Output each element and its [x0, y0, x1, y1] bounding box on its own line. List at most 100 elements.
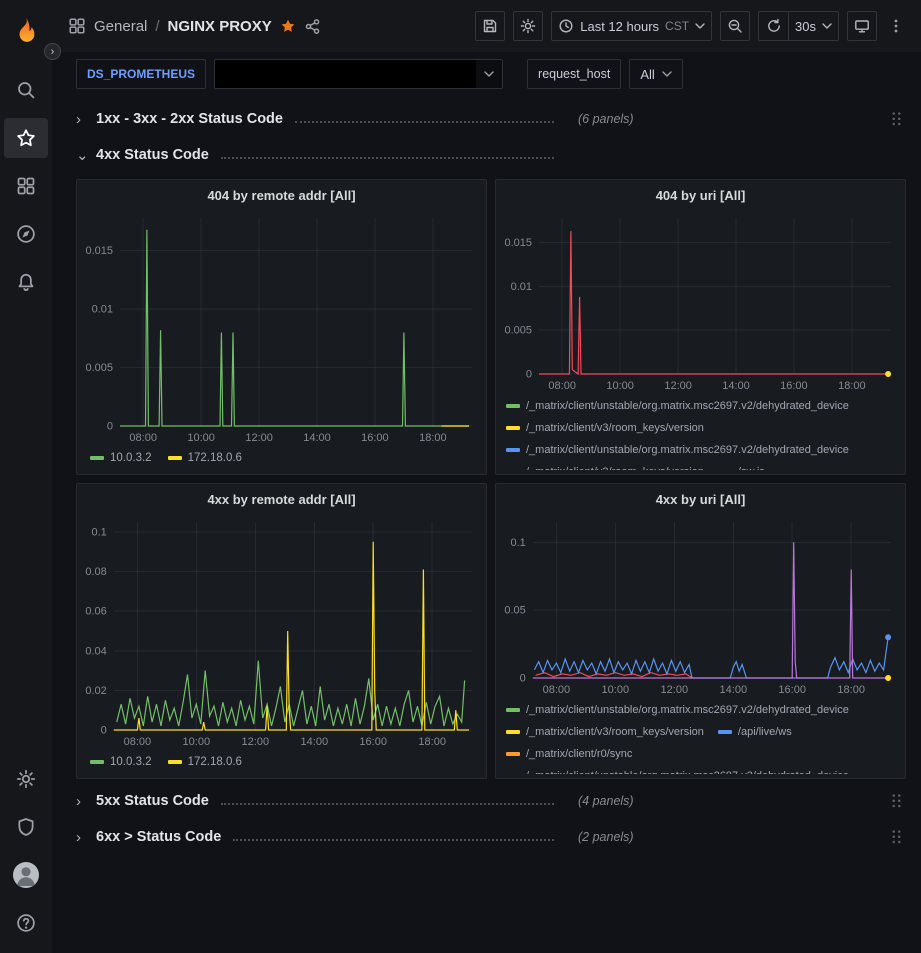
legend-label: /_matrix/client/v3/room_keys/version — [526, 466, 704, 471]
svg-text:12:00: 12:00 — [664, 380, 692, 392]
favorite-star-icon[interactable] — [280, 18, 296, 34]
svg-text:0.015: 0.015 — [85, 245, 113, 257]
save-dashboard-button[interactable] — [475, 11, 505, 41]
variable-request-host-select[interactable]: All — [629, 59, 682, 89]
refresh-button[interactable] — [758, 11, 788, 41]
refresh-group: 30s — [758, 11, 839, 41]
legend-swatch — [90, 456, 104, 460]
row-header-1xx-3xx-2xx[interactable]: › 1xx - 3xx - 2xx Status Code (6 panels) — [76, 105, 906, 133]
sidebar-item-help[interactable] — [4, 899, 48, 947]
legend-item[interactable]: 172.18.0.6 — [168, 753, 242, 770]
sidebar-item-alerting[interactable] — [4, 258, 48, 306]
legend-item[interactable]: 172.18.0.6 — [168, 449, 242, 466]
chevron-down-icon — [695, 23, 705, 29]
sidebar-expand-button[interactable]: › — [44, 43, 61, 60]
tv-mode-button[interactable] — [847, 11, 877, 41]
time-picker-button[interactable]: Last 12 hours CST — [551, 11, 712, 41]
panel-title[interactable]: 404 by uri [All] — [496, 180, 905, 210]
panel-4xx-by-remote-addr: 4xx by remote addr [All] 00.020.040.060.… — [76, 483, 487, 779]
svg-text:14:00: 14:00 — [301, 736, 329, 748]
row-drag-handle[interactable] — [891, 111, 902, 127]
row-title-wrap: 6xx > Status Code — [96, 829, 564, 845]
time-series-chart[interactable]: 00.020.040.060.080.108:0010:0012:0014:00… — [77, 514, 486, 750]
legend-item[interactable]: /_matrix/client/r0/sync — [506, 745, 632, 762]
row-drag-handle[interactable] — [891, 793, 902, 809]
legend-label: 10.0.3.2 — [110, 756, 152, 768]
legend-item[interactable]: 10.0.3.2 — [90, 753, 152, 770]
zoom-out-icon — [727, 18, 743, 34]
legend-swatch — [506, 774, 520, 775]
legend-item[interactable]: 10.0.3.2 — [90, 449, 152, 466]
sidebar-item-profile[interactable] — [4, 851, 48, 899]
chevron-down-icon — [662, 71, 672, 77]
svg-text:08:00: 08:00 — [543, 684, 571, 696]
svg-text:16:00: 16:00 — [359, 736, 387, 748]
row-header-6xx[interactable]: › 6xx > Status Code (2 panels) — [76, 823, 906, 851]
legend-swatch — [506, 752, 520, 756]
svg-text:0: 0 — [101, 725, 107, 737]
legend-label: /api/live/ws — [738, 726, 792, 738]
legend-label: /_matrix/client/r0/sync — [526, 748, 632, 760]
sidebar-item-starred[interactable] — [4, 118, 48, 158]
row-title-wrap: 4xx Status Code — [96, 147, 564, 163]
panel-count: (6 panels) — [578, 112, 634, 126]
chevron-down-icon: ⌄ — [76, 146, 96, 164]
zoom-out-button[interactable] — [720, 11, 750, 41]
more-menu-button[interactable] — [885, 11, 907, 41]
sidebar-bottom — [4, 755, 48, 953]
legend-item[interactable]: /api/live/ws — [718, 723, 792, 740]
variable-datasource-select[interactable] — [214, 59, 503, 89]
time-series-chart[interactable]: 00.0050.010.01508:0010:0012:0014:0016:00… — [77, 210, 486, 446]
panel-4xx-by-uri: 4xx by uri [All] 00.050.108:0010:0012:00… — [495, 483, 906, 779]
variable-datasource-label-box[interactable]: DS_PROMETHEUS — [76, 59, 206, 89]
legend-swatch — [168, 456, 182, 460]
refresh-interval-button[interactable]: 30s — [788, 11, 839, 41]
time-series-chart[interactable]: 00.050.108:0010:0012:0014:0016:0018:00 — [496, 514, 905, 698]
legend-item[interactable]: /_matrix/client/unstable/org.matrix.msc2… — [506, 767, 849, 774]
legend-item[interactable]: /_matrix/client/v3/room_keys/version — [506, 419, 704, 436]
svg-text:0.05: 0.05 — [504, 605, 525, 617]
panel-title[interactable]: 4xx by uri [All] — [496, 484, 905, 514]
svg-text:0: 0 — [526, 369, 532, 381]
dashboard-title: NGINX PROXY — [168, 18, 272, 35]
legend-item[interactable]: /_matrix/client/v3/room_keys/version — [506, 723, 704, 740]
row-drag-handle[interactable] — [891, 829, 902, 845]
svg-text:16:00: 16:00 — [778, 684, 806, 696]
panel-title[interactable]: 404 by remote addr [All] — [77, 180, 486, 210]
chart-svg: 00.050.108:0010:0012:0014:0016:0018:00 — [496, 514, 905, 698]
share-icon[interactable] — [304, 18, 321, 35]
legend-item[interactable]: /_matrix/client/v3/room_keys/version — [506, 463, 704, 470]
time-series-chart[interactable]: 00.0050.010.01508:0010:0012:0014:0016:00… — [496, 210, 905, 394]
apps-icon[interactable] — [68, 17, 86, 35]
breadcrumb-section[interactable]: General — [94, 18, 147, 35]
svg-text:12:00: 12:00 — [242, 736, 270, 748]
dotted-leader — [295, 121, 554, 123]
variable-request-host-label-box: request_host — [527, 59, 621, 89]
dashboard-settings-button[interactable] — [513, 11, 543, 41]
panel-count: (2 panels) — [578, 830, 634, 844]
row-header-4xx[interactable]: ⌄ 4xx Status Code — [76, 141, 906, 169]
row-title: 4xx Status Code — [96, 147, 209, 163]
refresh-interval-label: 30s — [795, 19, 816, 34]
grafana-logo[interactable] — [6, 10, 46, 52]
svg-text:18:00: 18:00 — [418, 736, 446, 748]
time-range-label: Last 12 hours — [580, 19, 659, 34]
breadcrumb-separator: / — [155, 18, 159, 35]
legend-item[interactable]: /_matrix/client/unstable/org.matrix.msc2… — [506, 441, 849, 458]
main-area: General / NGINX PROXY — [52, 0, 921, 953]
legend-item[interactable]: /_matrix/client/unstable/org.matrix.msc2… — [506, 397, 849, 414]
sidebar-item-dashboards[interactable] — [4, 162, 48, 210]
sidebar-item-configuration[interactable] — [4, 755, 48, 803]
sidebar-item-server-admin[interactable] — [4, 803, 48, 851]
legend-item[interactable]: /_matrix/client/unstable/org.matrix.msc2… — [506, 701, 849, 718]
legend-label: 172.18.0.6 — [188, 452, 242, 464]
sidebar-item-search[interactable] — [4, 66, 48, 114]
row-header-5xx[interactable]: › 5xx Status Code (4 panels) — [76, 787, 906, 815]
svg-text:0.005: 0.005 — [504, 325, 532, 337]
sidebar-item-explore[interactable] — [4, 210, 48, 258]
variables-bar: DS_PROMETHEUS request_host All — [52, 52, 921, 97]
legend-item[interactable]: /sw.js — [718, 463, 765, 470]
grafana-app: › General / NGINX PROXY — [0, 0, 921, 953]
svg-text:14:00: 14:00 — [303, 432, 331, 444]
panel-title[interactable]: 4xx by remote addr [All] — [77, 484, 486, 514]
